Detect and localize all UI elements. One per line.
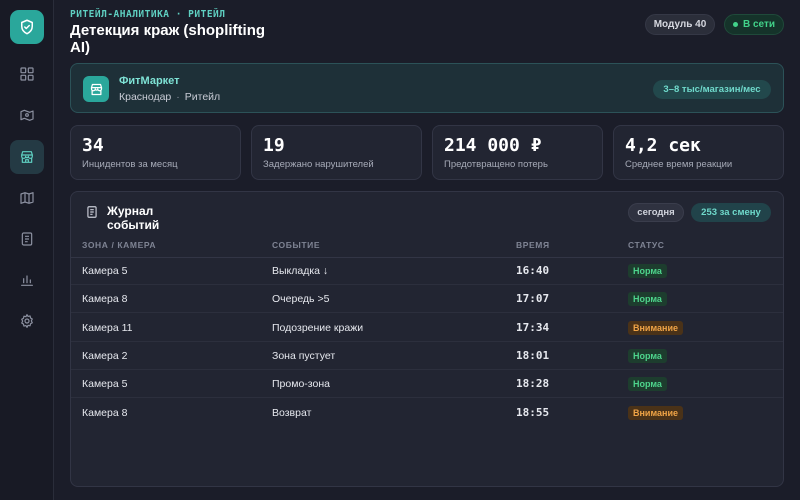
stat-card-incidents: 34 Инцидентов за месяц: [70, 125, 241, 180]
page-title: Детекция краж (shoplifting AI): [70, 22, 266, 56]
time-cell: 18:55: [516, 406, 550, 419]
event-journal: Журнал событий сегодня 253 за смену ЗОНА…: [70, 191, 784, 487]
table-row[interactable]: Камера 11 Подозрение кражи 17:34 Внимани…: [71, 314, 783, 342]
shift-count-badge: 253 за смену: [691, 203, 771, 222]
event-cell: Возврат: [272, 407, 312, 419]
status-badge: Норма: [628, 264, 667, 278]
online-status-chip: В сети: [724, 14, 784, 35]
document-icon: [21, 232, 33, 246]
stat-value: 214 000 ₽: [444, 135, 542, 156]
sidebar-item-dashboard[interactable]: [10, 57, 44, 91]
table-row[interactable]: Камера 8 Очередь >5 17:07 Норма: [71, 285, 783, 313]
zone-cell: Камера 5: [82, 378, 128, 390]
event-cell: Промо-зона: [272, 378, 330, 390]
stat-card-reaction-time: 4,2 сек Среднее время реакции: [613, 125, 784, 180]
stat-value: 4,2 сек: [625, 135, 701, 156]
map-route-icon: [20, 109, 34, 121]
event-cell: Подозрение кражи: [272, 322, 364, 334]
shield-check-icon: [21, 19, 33, 35]
status-badge: Норма: [628, 349, 667, 363]
sidebar-item-routes[interactable]: [10, 98, 44, 132]
zone-cell: Камера 5: [82, 265, 128, 277]
store-location: Краснодар · Ритейл: [119, 91, 221, 103]
stat-label: Среднее время реакции: [625, 159, 733, 170]
filter-today-button[interactable]: сегодня: [628, 203, 684, 222]
status-badge: Внимание: [628, 321, 683, 335]
sidebar-item-reports[interactable]: [10, 222, 44, 256]
bar-chart-icon: [21, 275, 33, 286]
sidebar-item-analytics[interactable]: [10, 263, 44, 297]
store-card-icon: [83, 76, 109, 102]
stat-value: 19: [263, 135, 285, 156]
status-badge: Норма: [628, 377, 667, 391]
time-cell: 16:40: [516, 264, 550, 277]
store-icon: [21, 151, 33, 163]
sidebar: [0, 0, 54, 500]
map-icon: [20, 192, 34, 204]
table-row[interactable]: Камера 5 Выкладка ↓ 16:40 Норма: [71, 257, 783, 285]
column-header-status[interactable]: СТАТУС: [628, 240, 665, 250]
gear-icon: [21, 314, 33, 328]
stat-value: 34: [82, 135, 104, 156]
zone-cell: Камера 2: [82, 350, 128, 362]
store-pricing-badge: 3–8 тыс/магазин/мес: [653, 80, 771, 99]
store-icon: [90, 83, 102, 95]
stat-card-detained: 19 Задержано нарушителей: [251, 125, 422, 180]
document-icon: [87, 206, 97, 218]
online-status-label: В сети: [742, 19, 776, 30]
sidebar-item-map[interactable]: [10, 181, 44, 215]
event-cell: Выкладка ↓: [272, 265, 329, 277]
stat-card-losses-prevented: 214 000 ₽ Предотвращено потерь: [432, 125, 603, 180]
time-cell: 17:07: [516, 292, 550, 305]
table-header: ЗОНА / КАМЕРА СОБЫТИЕ ВРЕМЯ СТАТУС: [71, 236, 783, 258]
module-chip[interactable]: Модуль 40: [645, 14, 715, 35]
column-header-zone[interactable]: ЗОНА / КАМЕРА: [82, 240, 156, 250]
zone-cell: Камера 11: [82, 322, 133, 334]
store-city: Краснодар: [119, 91, 172, 103]
app-logo[interactable]: [10, 10, 44, 44]
dashboard-grid-icon: [20, 67, 34, 81]
zone-cell: Камера 8: [82, 293, 128, 305]
zone-cell: Камера 8: [82, 407, 128, 419]
stat-label: Инцидентов за месяц: [82, 159, 178, 170]
time-cell: 18:01: [516, 349, 550, 362]
column-header-event[interactable]: СОБЫТИЕ: [272, 240, 320, 250]
store-card[interactable]: ФитМаркет Краснодар · Ритейл 3–8 тыс/магаз…: [70, 63, 784, 113]
status-badge: Внимание: [628, 406, 683, 420]
stat-label: Задержано нарушителей: [263, 159, 374, 170]
online-dot-icon: [732, 22, 738, 27]
table-row[interactable]: Камера 8 Возврат 18:55 Внимание: [71, 399, 783, 427]
stat-label: Предотвращено потерь: [444, 159, 548, 170]
table-row[interactable]: Камера 5 Промо-зона 18:28 Норма: [71, 370, 783, 398]
event-cell: Зона пустует: [272, 350, 336, 362]
time-cell: 18:28: [516, 377, 550, 390]
event-cell: Очередь >5: [272, 293, 330, 305]
table-row[interactable]: Камера 2 Зона пустует 18:01 Норма: [71, 342, 783, 370]
journal-title: Журнал событий: [107, 204, 160, 232]
sidebar-item-store[interactable]: [10, 140, 44, 174]
store-name: ФитМаркет: [119, 75, 180, 87]
store-segment: Ритейл: [184, 91, 221, 103]
status-badge: Норма: [628, 292, 667, 306]
sidebar-item-settings[interactable]: [10, 304, 44, 338]
time-cell: 17:34: [516, 321, 550, 334]
column-header-time[interactable]: ВРЕМЯ: [516, 240, 550, 250]
header-kicker: РИТЕЙЛ-АНАЛИТИКА · РИТЕЙЛ: [70, 9, 226, 20]
